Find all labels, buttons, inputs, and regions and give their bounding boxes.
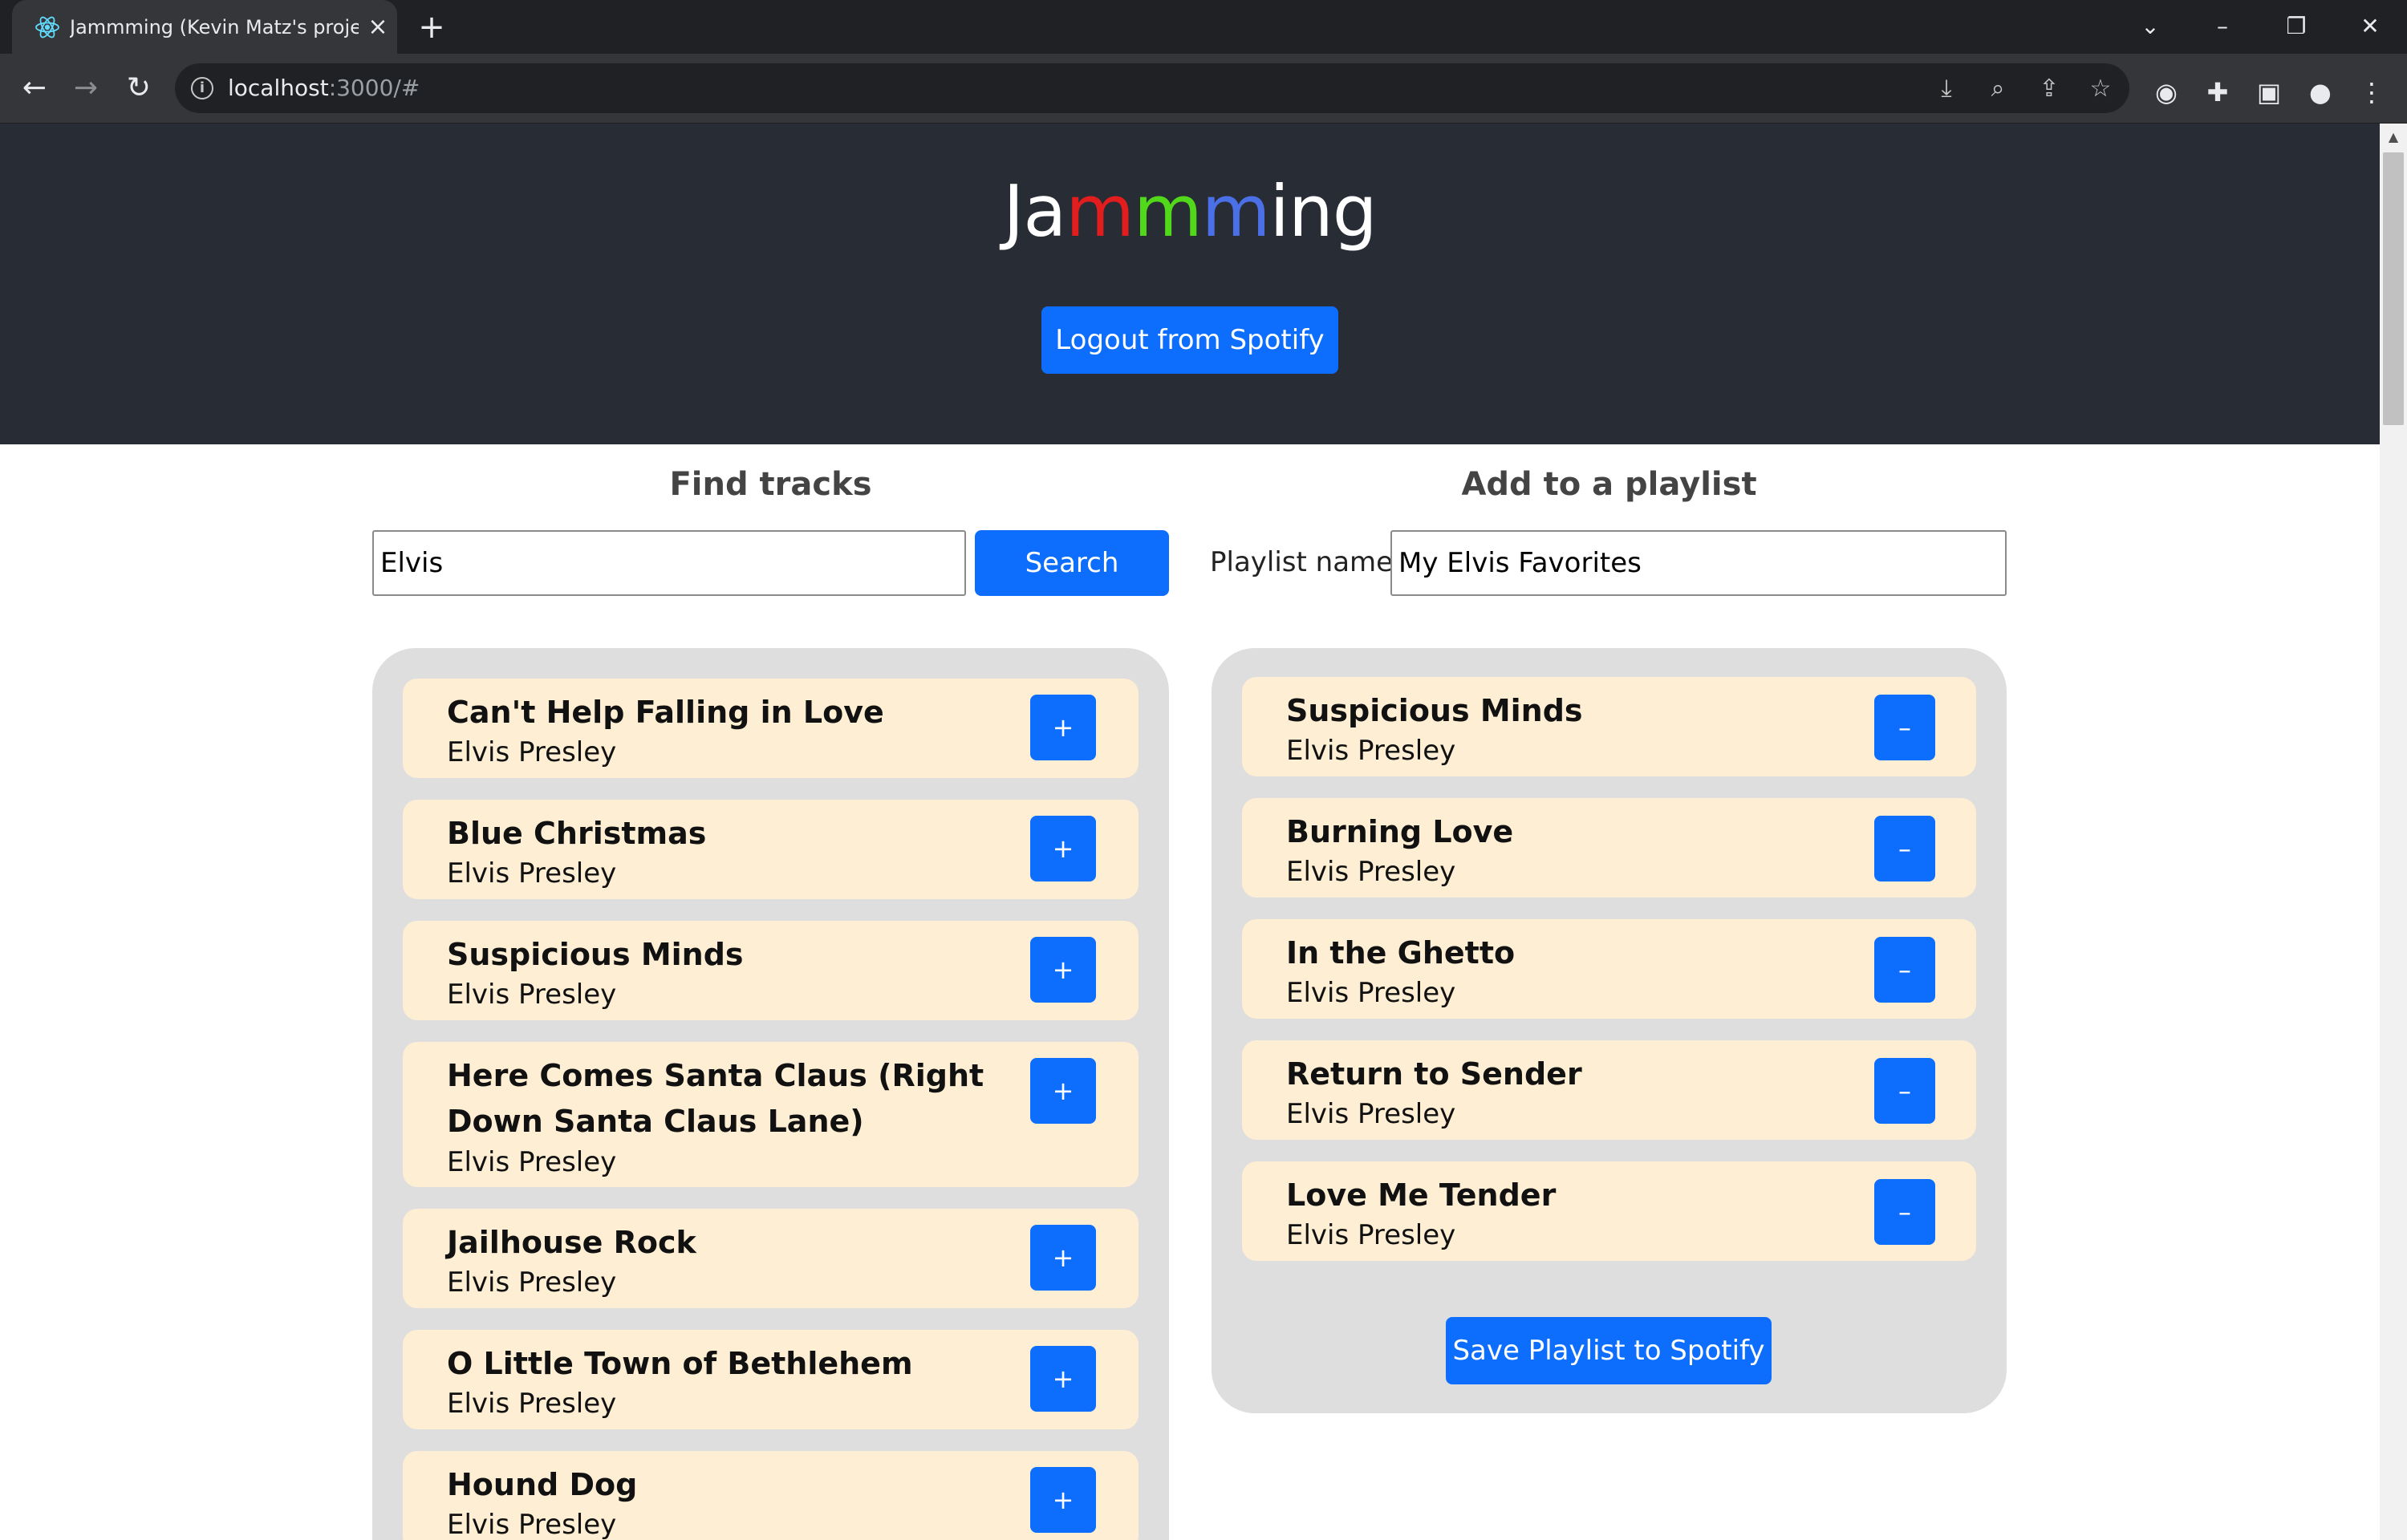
playlist-name-input[interactable] xyxy=(1390,530,2007,596)
star-icon[interactable]: ☆ xyxy=(2084,73,2117,105)
save-playlist-button[interactable]: Save Playlist to Spotify xyxy=(1446,1317,1772,1384)
page-scrollbar[interactable]: ▲ xyxy=(2380,124,2407,1540)
chevron-down-icon[interactable]: ⌄ xyxy=(2126,8,2174,45)
arrow-right-icon[interactable]: → xyxy=(66,68,106,108)
remove-track-button[interactable]: – xyxy=(1874,1058,1935,1124)
search-result-track: Suspicious Minds Elvis Presley + xyxy=(403,921,1139,1020)
track-title: Suspicious Minds xyxy=(1286,693,1583,728)
url-text[interactable]: localhost:3000/# xyxy=(228,73,420,103)
track-artist: Elvis Presley xyxy=(447,736,617,768)
add-track-button[interactable]: + xyxy=(1030,1225,1096,1291)
close-icon[interactable]: × xyxy=(362,11,394,43)
track-artist: Elvis Presley xyxy=(1286,735,1456,767)
remove-track-button[interactable]: – xyxy=(1874,1179,1935,1245)
close-window-icon[interactable]: ✕ xyxy=(2346,8,2394,45)
playlist-heading: Add to a playlist xyxy=(1461,466,1757,503)
track-title: Burning Love xyxy=(1286,814,1514,849)
app-title-part: m xyxy=(1065,170,1134,253)
search-result-track: Here Comes Santa Claus (Right Down Santa… xyxy=(403,1042,1139,1187)
scroll-up-icon[interactable]: ▲ xyxy=(2380,124,2407,151)
track-title: Can't Help Falling in Love xyxy=(447,695,884,730)
track-title: O Little Town of Bethlehem xyxy=(447,1346,913,1381)
playlist-panel: Suspicious Minds Elvis Presley – Burning… xyxy=(1212,648,2007,1413)
track-artist: Elvis Presley xyxy=(1286,977,1456,1009)
app-title: Jammming xyxy=(0,164,2380,260)
zoom-icon[interactable]: ⌕ xyxy=(1982,73,2014,105)
plus-icon[interactable]: + xyxy=(414,10,449,45)
track-title: Here Comes Santa Claus (Right Down Santa… xyxy=(447,1058,984,1139)
browser-tab-strip: Jammming (Kevin Matz's project) × + ⌄ – … xyxy=(0,0,2407,54)
app-title-part: m xyxy=(1134,170,1203,253)
playlist-track: Return to Sender Elvis Presley – xyxy=(1242,1040,1976,1140)
profile-icon[interactable]: ● xyxy=(2304,76,2336,108)
tab-title: Jammming (Kevin Matz's project) xyxy=(70,16,359,38)
search-result-track: Hound Dog Elvis Presley + xyxy=(403,1451,1139,1540)
minimize-icon[interactable]: – xyxy=(2198,8,2247,45)
search-button[interactable]: Search xyxy=(975,530,1169,596)
add-track-button[interactable]: + xyxy=(1030,937,1096,1003)
search-results-panel: Can't Help Falling in Love Elvis Presley… xyxy=(372,648,1169,1540)
track-artist: Elvis Presley xyxy=(1286,1219,1456,1251)
playlist-track: In the Ghetto Elvis Presley – xyxy=(1242,919,1976,1019)
scrollbar-thumb[interactable] xyxy=(2383,152,2404,425)
track-artist: Elvis Presley xyxy=(447,857,617,890)
track-artist: Elvis Presley xyxy=(447,979,617,1011)
search-result-track: Jailhouse Rock Elvis Presley + xyxy=(403,1209,1139,1308)
app-title-part: Ja xyxy=(1003,170,1066,253)
remove-track-button[interactable]: – xyxy=(1874,695,1935,760)
search-heading: Find tracks xyxy=(669,466,872,503)
track-title: Jailhouse Rock xyxy=(447,1225,696,1260)
arrow-left-icon[interactable]: ← xyxy=(14,68,55,108)
extension-icon[interactable]: ◉ xyxy=(2150,76,2182,108)
remove-track-button[interactable]: – xyxy=(1874,937,1935,1003)
restore-icon[interactable]: ❐ xyxy=(2272,8,2320,45)
reload-icon[interactable]: ↻ xyxy=(119,68,159,108)
page-viewport: Jammming Logout from Spotify Find tracks… xyxy=(0,124,2380,1540)
track-artist: Elvis Presley xyxy=(447,1388,617,1420)
puzzle-icon[interactable]: ✚ xyxy=(2202,76,2234,108)
add-track-button[interactable]: + xyxy=(1030,1058,1096,1124)
app-title-part: ing xyxy=(1269,170,1378,253)
track-title: Return to Sender xyxy=(1286,1056,1582,1092)
search-result-track: Can't Help Falling in Love Elvis Presley… xyxy=(403,679,1139,778)
playlist-track: Love Me Tender Elvis Presley – xyxy=(1242,1161,1976,1261)
track-title: Suspicious Minds xyxy=(447,937,744,972)
share-icon[interactable]: ⇪ xyxy=(2033,73,2065,105)
track-title: Love Me Tender xyxy=(1286,1177,1557,1213)
address-bar[interactable]: i localhost:3000/# ⤓ ⌕ ⇪ ☆ xyxy=(175,63,2129,113)
track-title: Hound Dog xyxy=(447,1467,638,1502)
track-artist: Elvis Presley xyxy=(1286,856,1456,888)
track-artist: Elvis Presley xyxy=(447,1509,617,1540)
track-artist: Elvis Presley xyxy=(447,1266,617,1299)
playlist-track: Burning Love Elvis Presley – xyxy=(1242,798,1976,898)
kebab-menu-icon[interactable]: ⋮ xyxy=(2356,76,2388,108)
add-track-button[interactable]: + xyxy=(1030,816,1096,881)
playlist-name-label: Playlist name xyxy=(1210,546,1394,578)
side-panel-icon[interactable]: ▣ xyxy=(2253,76,2285,108)
info-icon[interactable]: i xyxy=(191,77,213,99)
url-path: :3000/# xyxy=(328,75,420,101)
browser-tab[interactable]: Jammming (Kevin Matz's project) × xyxy=(12,0,397,54)
install-icon[interactable]: ⤓ xyxy=(1930,73,1963,105)
add-track-button[interactable]: + xyxy=(1030,1346,1096,1412)
add-track-button[interactable]: + xyxy=(1030,1467,1096,1533)
track-artist: Elvis Presley xyxy=(447,1146,617,1178)
app-header: Jammming Logout from Spotify xyxy=(0,124,2380,444)
browser-toolbar: ← → ↻ i localhost:3000/# ⤓ ⌕ ⇪ ☆ ◉ ✚ ▣ ●… xyxy=(0,54,2407,124)
track-title: In the Ghetto xyxy=(1286,935,1516,971)
remove-track-button[interactable]: – xyxy=(1874,816,1935,881)
search-result-track: O Little Town of Bethlehem Elvis Presley… xyxy=(403,1330,1139,1429)
track-artist: Elvis Presley xyxy=(1286,1098,1456,1130)
search-input[interactable] xyxy=(372,530,966,596)
react-icon xyxy=(35,16,59,38)
url-host: localhost xyxy=(228,75,329,101)
add-track-button[interactable]: + xyxy=(1030,695,1096,760)
logout-button[interactable]: Logout from Spotify xyxy=(1041,306,1338,374)
search-result-track: Blue Christmas Elvis Presley + xyxy=(403,800,1139,899)
app-title-part: m xyxy=(1201,170,1271,253)
playlist-track: Suspicious Minds Elvis Presley – xyxy=(1242,677,1976,776)
track-title: Blue Christmas xyxy=(447,816,707,851)
